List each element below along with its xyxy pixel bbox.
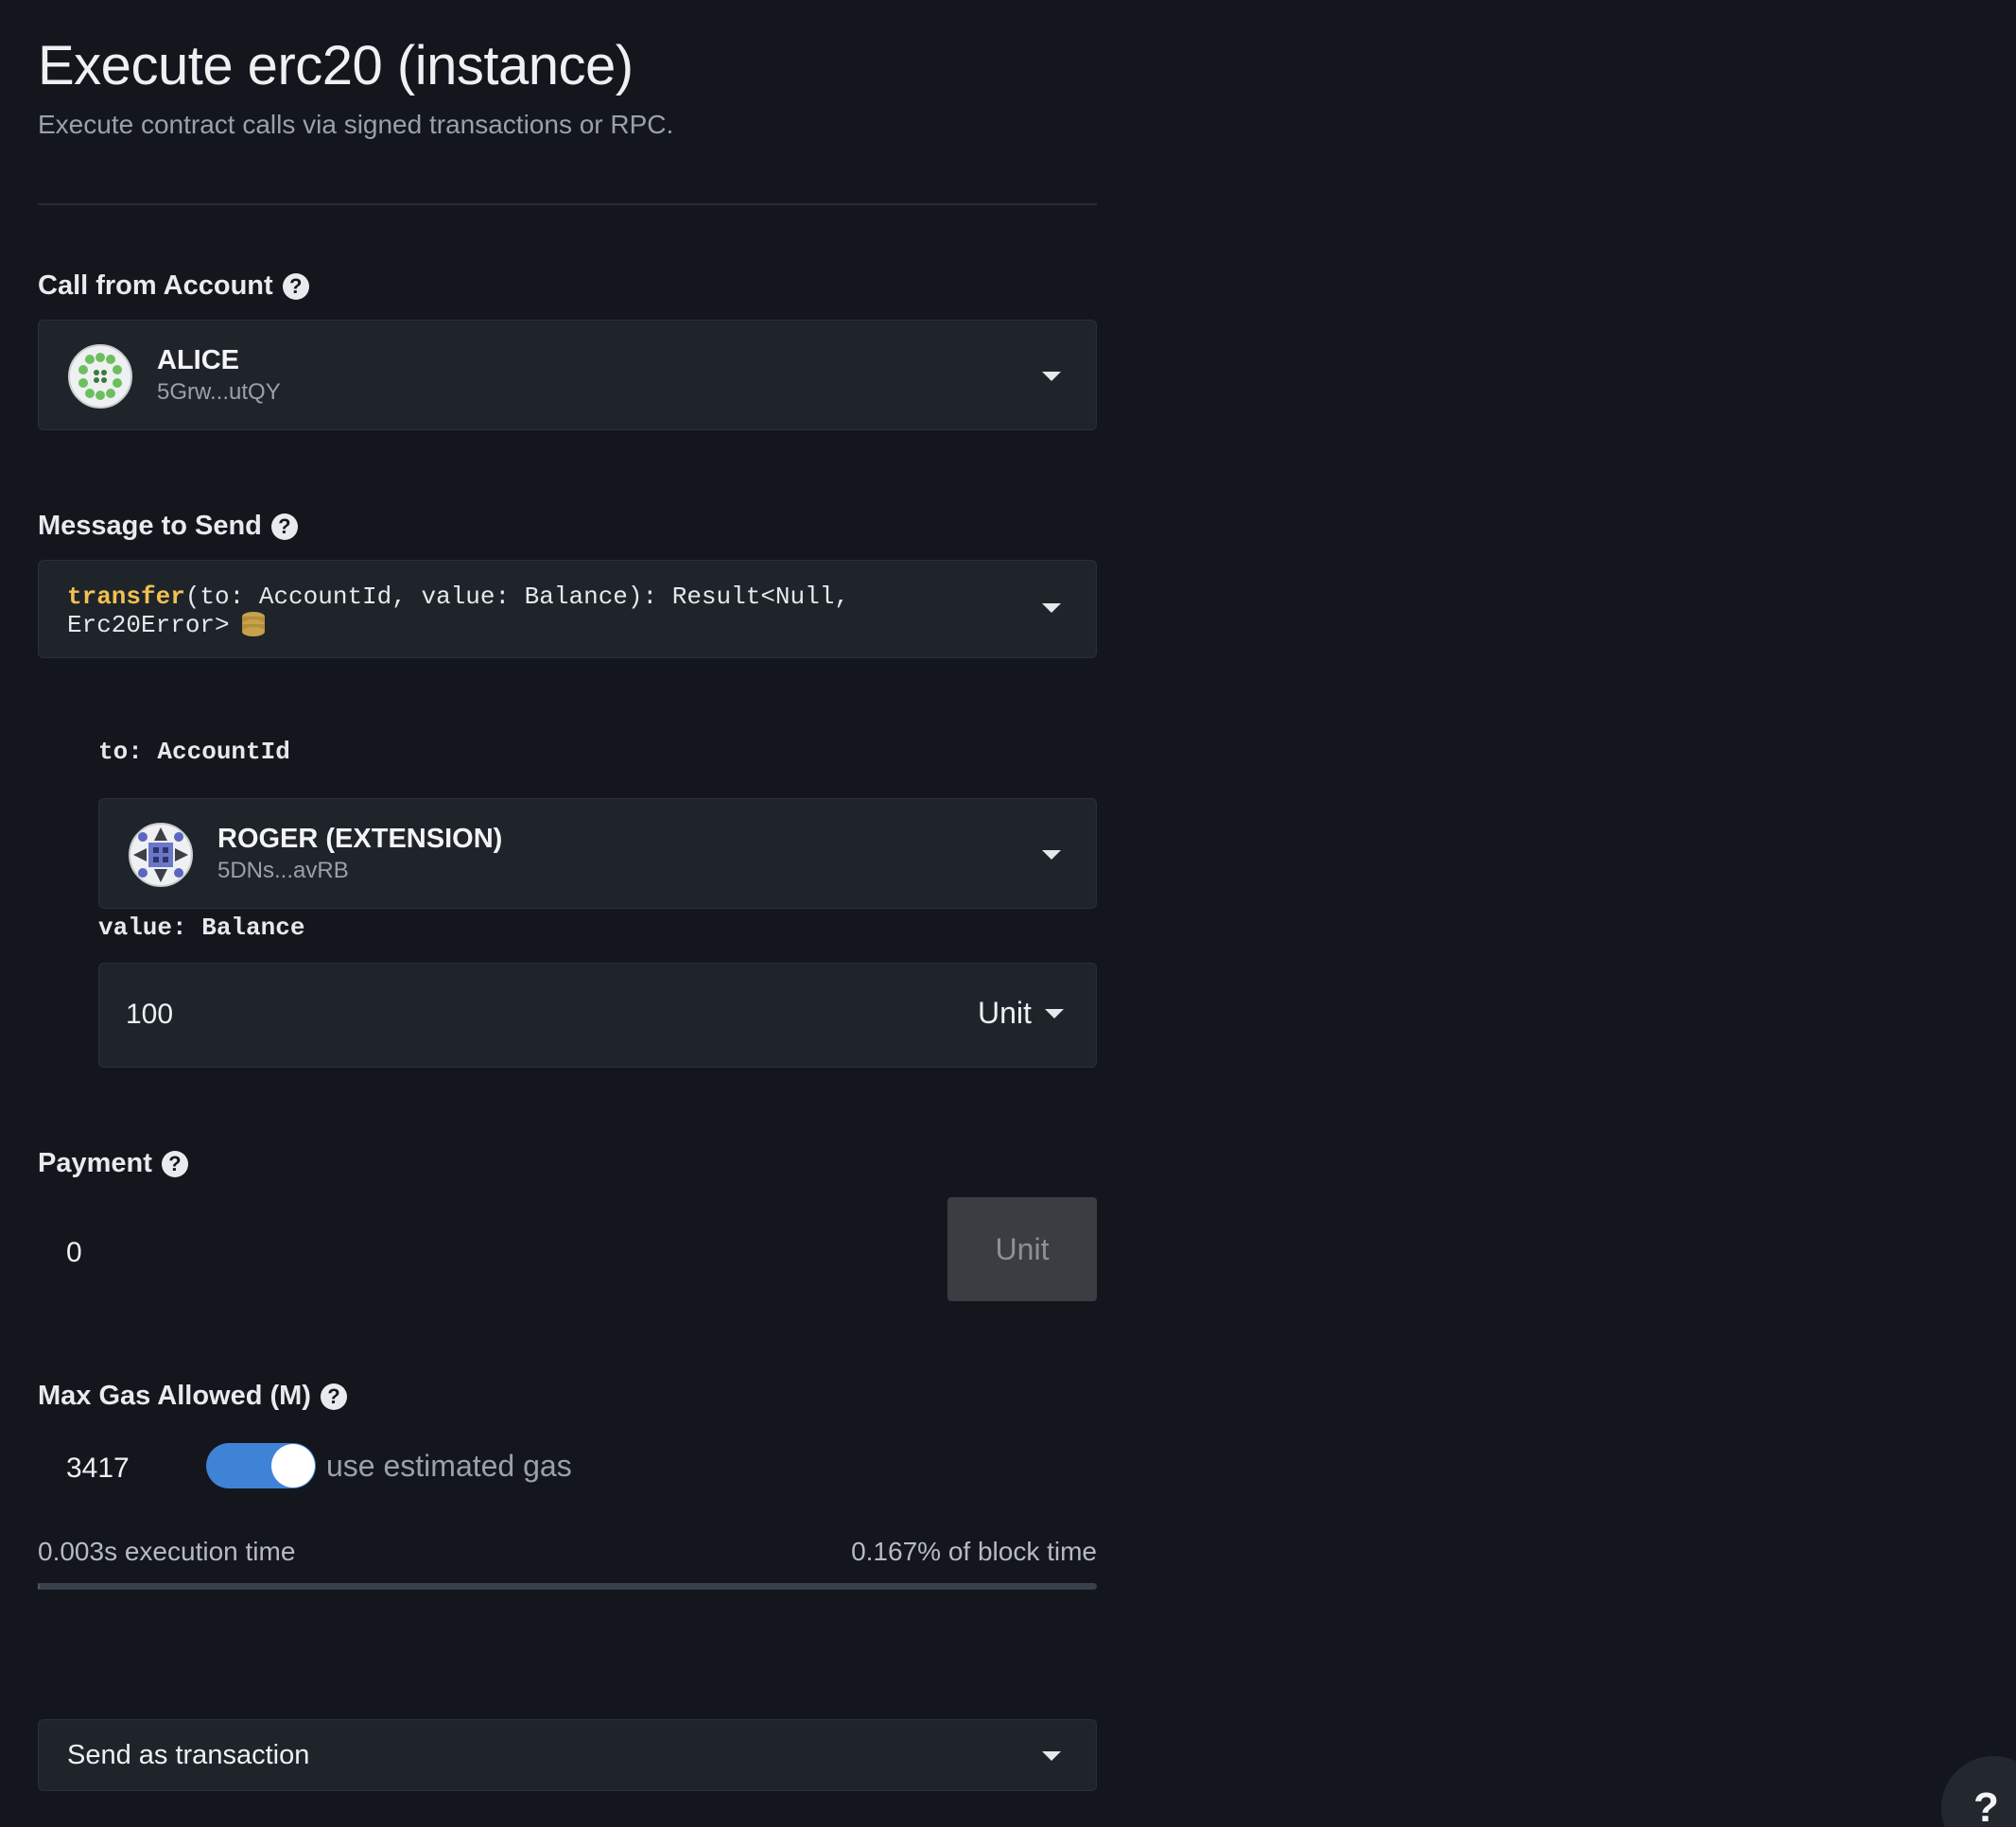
chevron-down-icon: [1044, 1008, 1064, 1018]
to-account-name: ROGER (EXTENSION): [217, 824, 503, 854]
to-account-address: 5DNs...avRB: [217, 858, 349, 883]
payment-unit-box: Unit: [947, 1197, 1097, 1301]
message-function-name: transfer: [67, 583, 185, 611]
call-from-account-select[interactable]: ALICE 5Grw...utQY: [38, 320, 1097, 430]
account-name: ALICE: [157, 345, 239, 375]
message-label-text: Message to Send: [38, 511, 262, 541]
value-input[interactable]: 100: [126, 999, 173, 1031]
chevron-down-icon: [1042, 1751, 1061, 1761]
value-unit-label: Unit: [978, 996, 1032, 1030]
message-label: Message to Send ?: [38, 511, 298, 542]
page-subtitle: Execute contract calls via signed transa…: [38, 110, 674, 139]
toggle-knob: [271, 1444, 315, 1488]
help-icon[interactable]: ?: [320, 1383, 347, 1410]
chevron-down-icon: [1042, 372, 1061, 381]
call-from-label: Call from Account ?: [38, 270, 309, 302]
header-divider: [38, 203, 1097, 205]
gas-input[interactable]: 3417: [66, 1453, 130, 1485]
payment-unit-label: Unit: [995, 1231, 1050, 1266]
account-address: 5Grw...utQY: [157, 379, 281, 405]
message-signature-line1: (to: AccountId, value: Balance): Result<…: [184, 583, 849, 611]
param-to-label: to: AccountId: [98, 738, 290, 766]
chevron-down-icon: [1042, 603, 1061, 613]
block-time: 0.167% of block time: [851, 1537, 1097, 1566]
param-value-label: value: Balance: [98, 914, 305, 942]
page-title: Execute erc20 (instance): [38, 35, 634, 96]
block-time-progress: [38, 1583, 1097, 1590]
help-icon[interactable]: ?: [282, 272, 309, 300]
gas-label: Max Gas Allowed (M) ?: [38, 1381, 347, 1412]
help-button[interactable]: ?: [1941, 1756, 2016, 1827]
call-from-label-text: Call from Account: [38, 270, 273, 301]
gas-label-text: Max Gas Allowed (M): [38, 1381, 311, 1411]
estimated-gas-toggle[interactable]: [206, 1443, 316, 1488]
payment-label: Payment ?: [38, 1148, 188, 1179]
message-signature-line2: Erc20Error>: [67, 610, 230, 639]
estimated-gas-label: use estimated gas: [326, 1449, 572, 1483]
help-fab-label: ?: [1973, 1784, 1999, 1827]
block-time-progress-fill: [38, 1583, 40, 1590]
help-icon[interactable]: ?: [270, 513, 298, 540]
execution-time: 0.003s execution time: [38, 1537, 296, 1566]
value-input-group: 100 Unit: [98, 963, 1097, 1068]
payment-label-text: Payment: [38, 1148, 152, 1178]
send-mode-label: Send as transaction: [67, 1740, 310, 1770]
message-signature: transfer(to: AccountId, value: Balance):…: [67, 583, 994, 639]
payment-input[interactable]: 0: [66, 1237, 82, 1269]
account-identicon: [129, 823, 193, 887]
chevron-down-icon: [1042, 850, 1061, 860]
send-mode-select[interactable]: Send as transaction: [38, 1719, 1097, 1791]
value-unit-select[interactable]: Unit: [978, 996, 1064, 1031]
account-identicon: [68, 344, 132, 409]
database-icon: [241, 612, 265, 636]
message-select[interactable]: transfer(to: AccountId, value: Balance):…: [38, 560, 1097, 658]
help-icon[interactable]: ?: [161, 1150, 188, 1177]
to-account-select[interactable]: ROGER (EXTENSION) 5DNs...avRB: [98, 798, 1097, 909]
